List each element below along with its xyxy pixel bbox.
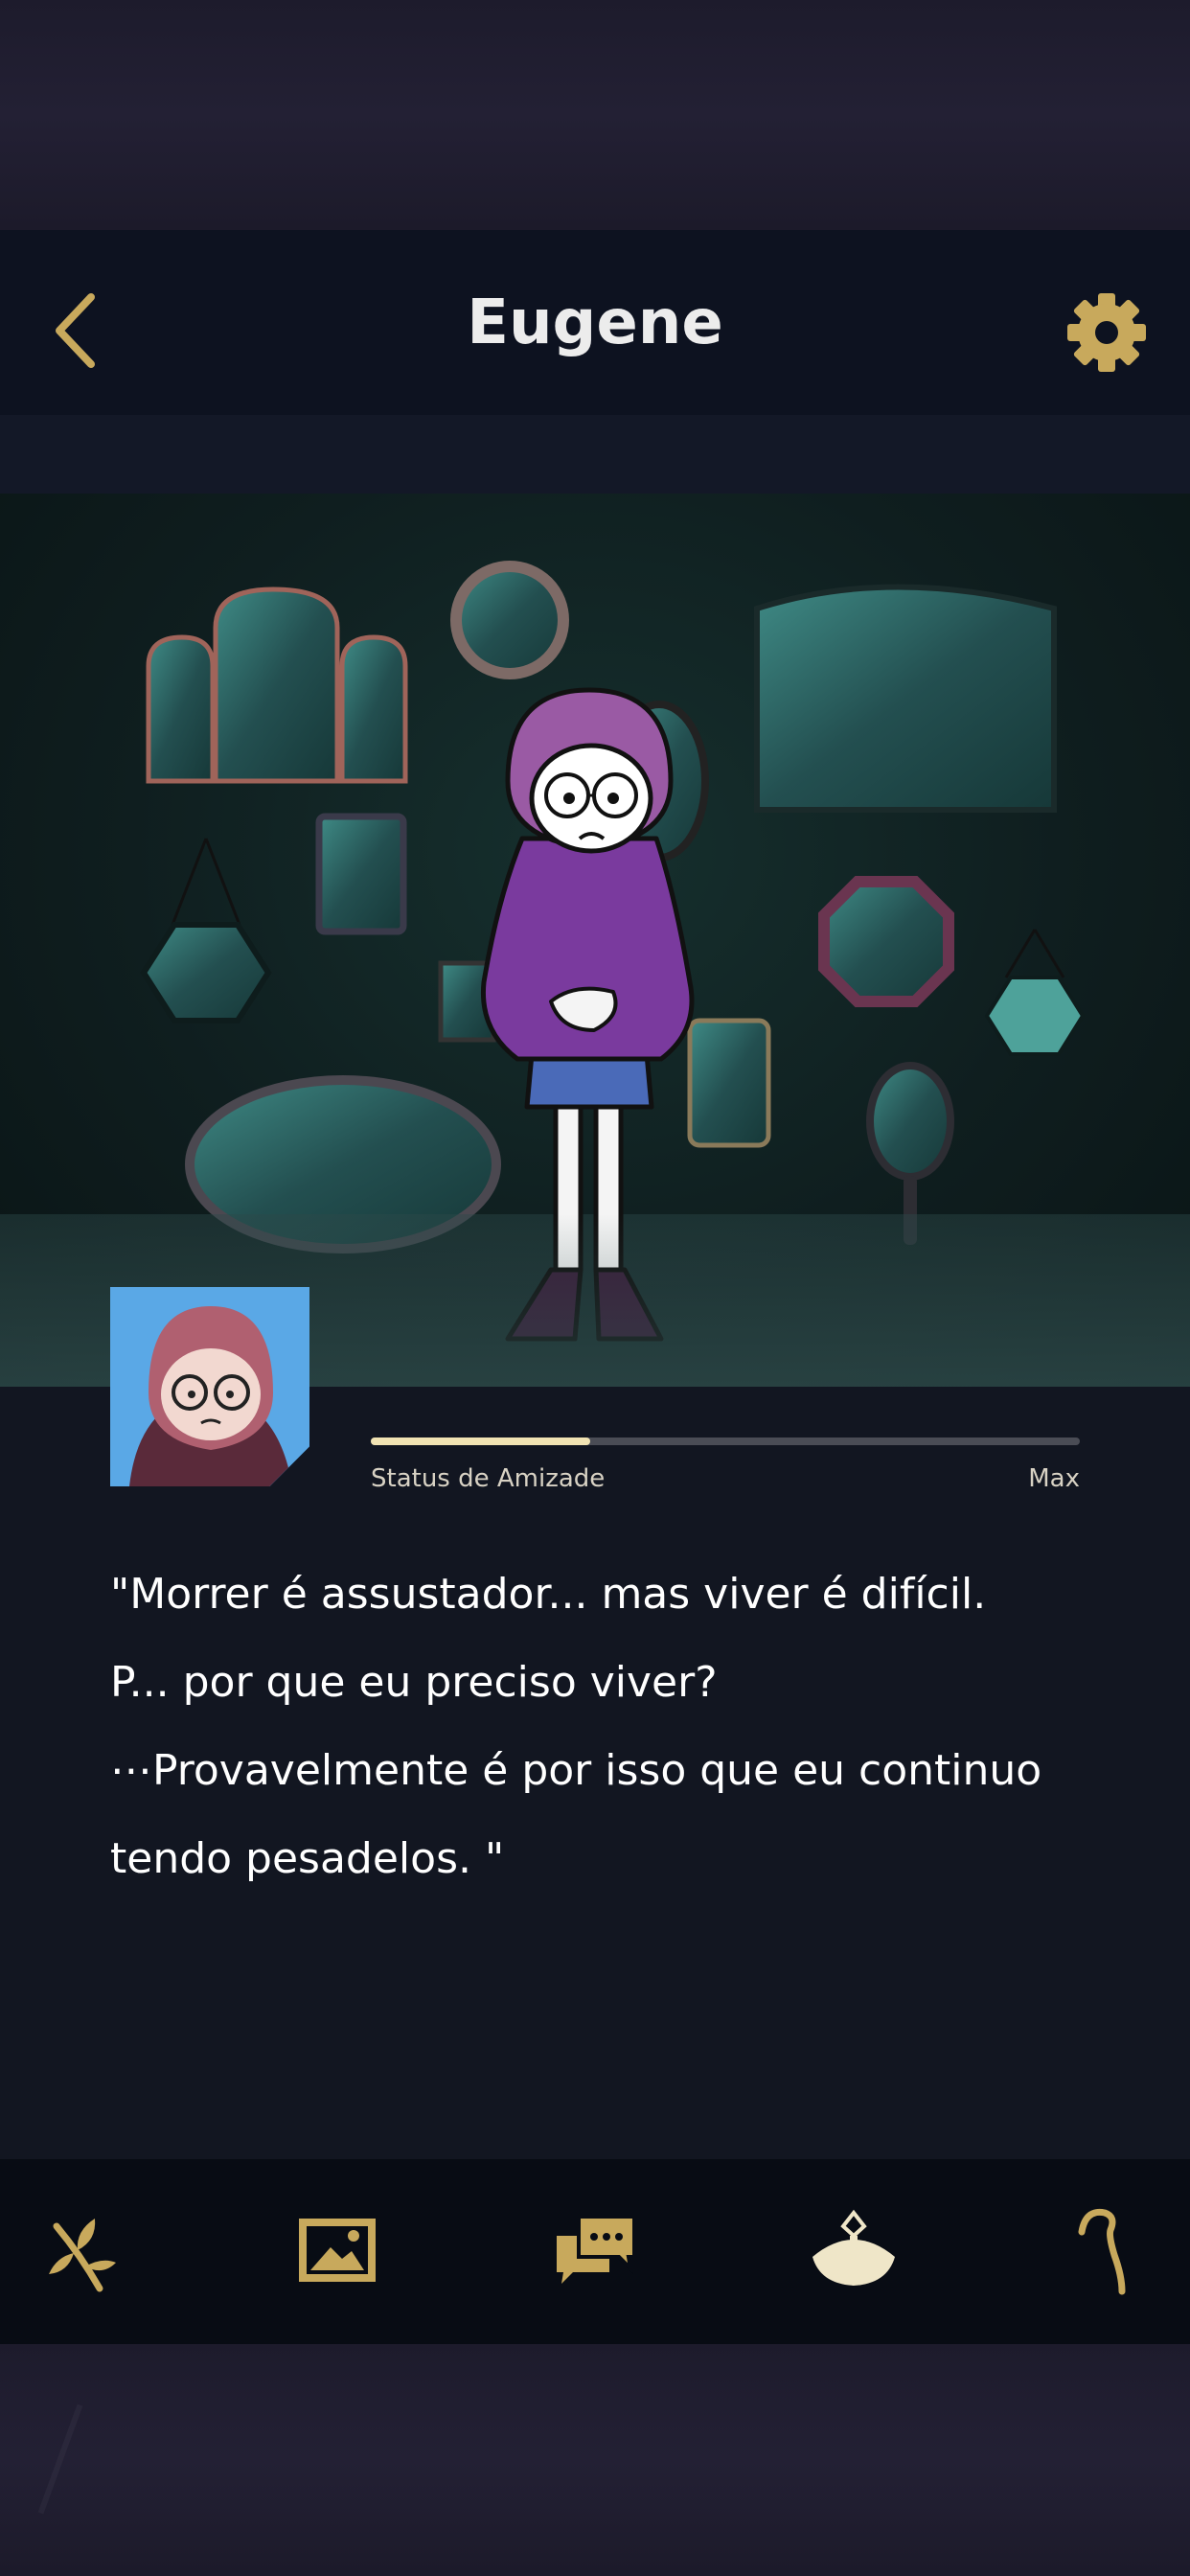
lamp-icon (812, 2209, 895, 2286)
bottom-backdrop (0, 2344, 1190, 2576)
friendship-progress-bar (371, 1438, 1080, 1445)
quote-line: ⋯Provavelmente é por isso que eu continu… (110, 1746, 1042, 1795)
character-quote: "Morrer é assustador... mas viver é difí… (110, 1551, 1107, 1903)
top-backdrop (0, 0, 1190, 230)
nav-item-chat[interactable] (542, 2197, 648, 2303)
friendship-progress-fill (371, 1438, 591, 1445)
header-divider (0, 415, 1190, 494)
gear-icon (1067, 293, 1146, 372)
page-title: Eugene (467, 287, 723, 358)
character-scene (0, 494, 1190, 1387)
avatar (110, 1287, 309, 1486)
nav-item-cane[interactable] (1047, 2197, 1153, 2303)
cane-icon (1078, 2208, 1126, 2295)
sprout-icon (49, 2219, 116, 2292)
friendship-max-label: Max (1028, 1464, 1080, 1493)
settings-button[interactable] (1065, 291, 1148, 374)
picture-icon (299, 2219, 376, 2282)
quote-line: "Morrer é assustador... mas viver é difí… (110, 1570, 987, 1619)
quote-line: tendo pesadelos. " (110, 1834, 505, 1883)
header-bar: Eugene (0, 230, 1190, 415)
friendship-status: Status de Amizade Max (371, 1438, 1080, 1493)
chat-icon (557, 2215, 636, 2284)
nav-item-lamp[interactable] (801, 2197, 906, 2303)
bottom-nav (0, 2159, 1190, 2344)
character-portrait (110, 1287, 309, 1486)
friendship-label: Status de Amizade (371, 1464, 606, 1493)
nav-item-gallery[interactable] (285, 2197, 390, 2303)
quote-line: P... por que eu preciso viver? (110, 1658, 718, 1707)
nav-item-sprout[interactable] (28, 2197, 133, 2303)
